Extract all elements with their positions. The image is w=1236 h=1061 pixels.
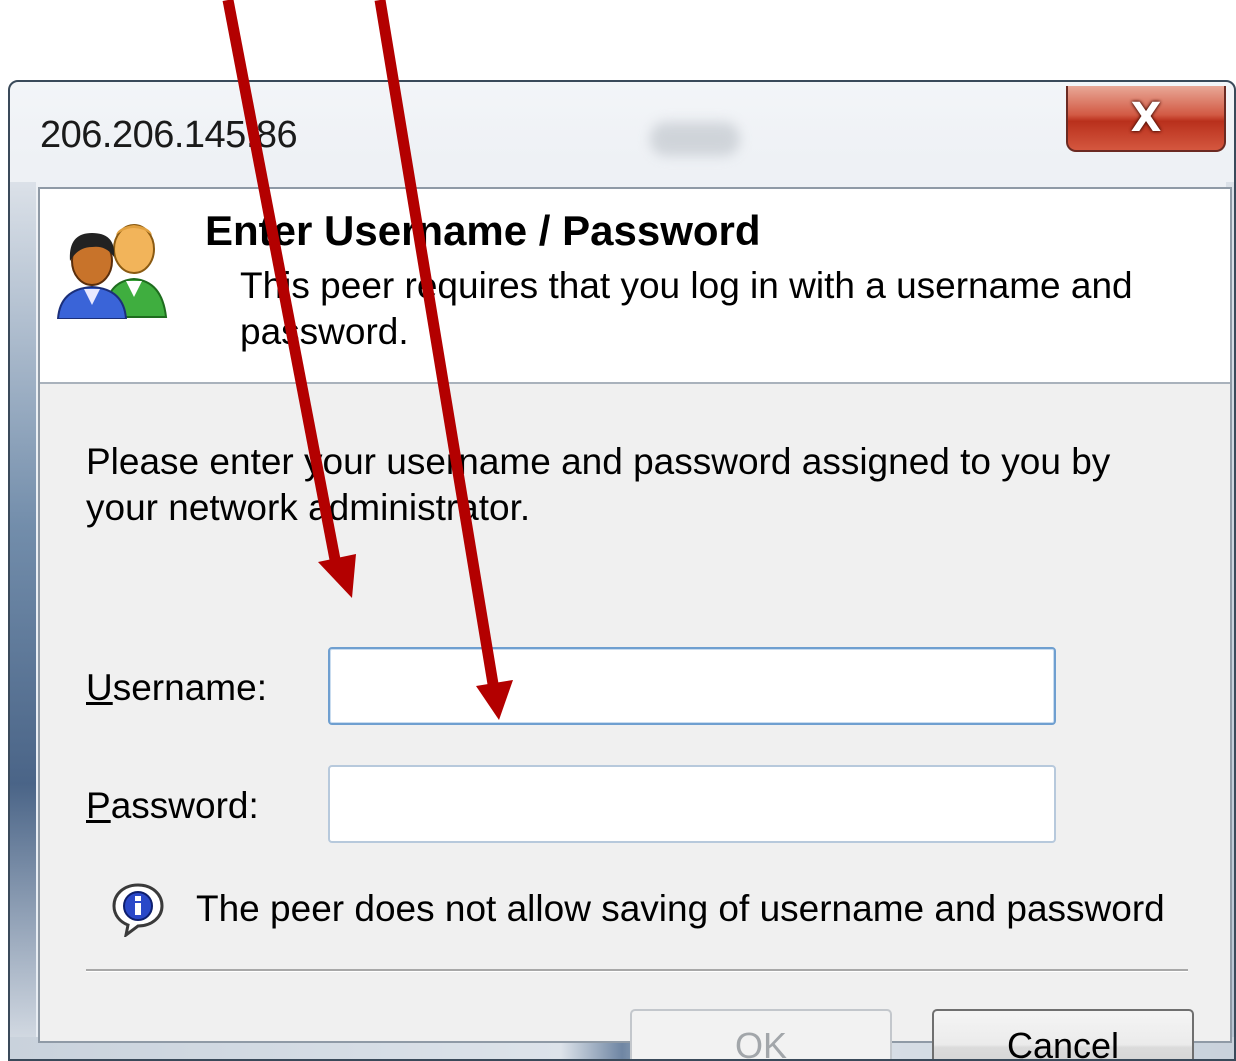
password-label-text: assword:: [110, 785, 259, 826]
dialog-description: This peer requires that you log in with …: [240, 265, 1133, 352]
instructions-text: Please enter your username and password …: [86, 441, 1111, 528]
username-label: Username:: [86, 667, 267, 709]
password-input[interactable]: [328, 765, 1056, 843]
close-icon: X: [1130, 95, 1162, 141]
username-label-text: sername:: [112, 667, 267, 708]
close-button[interactable]: X: [1066, 86, 1226, 152]
window-frame-left: [10, 182, 36, 1042]
username-label-accelerator: U: [86, 667, 113, 708]
save-credentials-notice: The peer does not allow saving of userna…: [110, 881, 1165, 937]
username-input[interactable]: [328, 647, 1056, 725]
cancel-button[interactable]: Cancel: [932, 1009, 1194, 1059]
screenshot-canvas: 206.206.145.86 X Enter Username / Passwo…: [0, 0, 1236, 1061]
password-label: Password:: [86, 785, 259, 827]
info-icon: [112, 883, 164, 937]
dialog-client-area: Enter Username / Password This peer requ…: [38, 187, 1232, 1059]
login-dialog-window: 206.206.145.86 X Enter Username / Passwo…: [8, 80, 1236, 1061]
button-separator: [86, 969, 1188, 972]
ok-button[interactable]: OK: [630, 1009, 892, 1059]
users-icon: [56, 224, 168, 319]
window-title: 206.206.145.86: [40, 114, 298, 156]
dialog-heading: Enter Username / Password: [205, 207, 761, 254]
password-label-accelerator: P: [86, 785, 111, 826]
blurred-title-fragment: [650, 122, 740, 156]
dialog-header: Enter Username / Password This peer requ…: [40, 189, 1230, 384]
save-credentials-notice-text: The peer does not allow saving of userna…: [196, 888, 1165, 929]
